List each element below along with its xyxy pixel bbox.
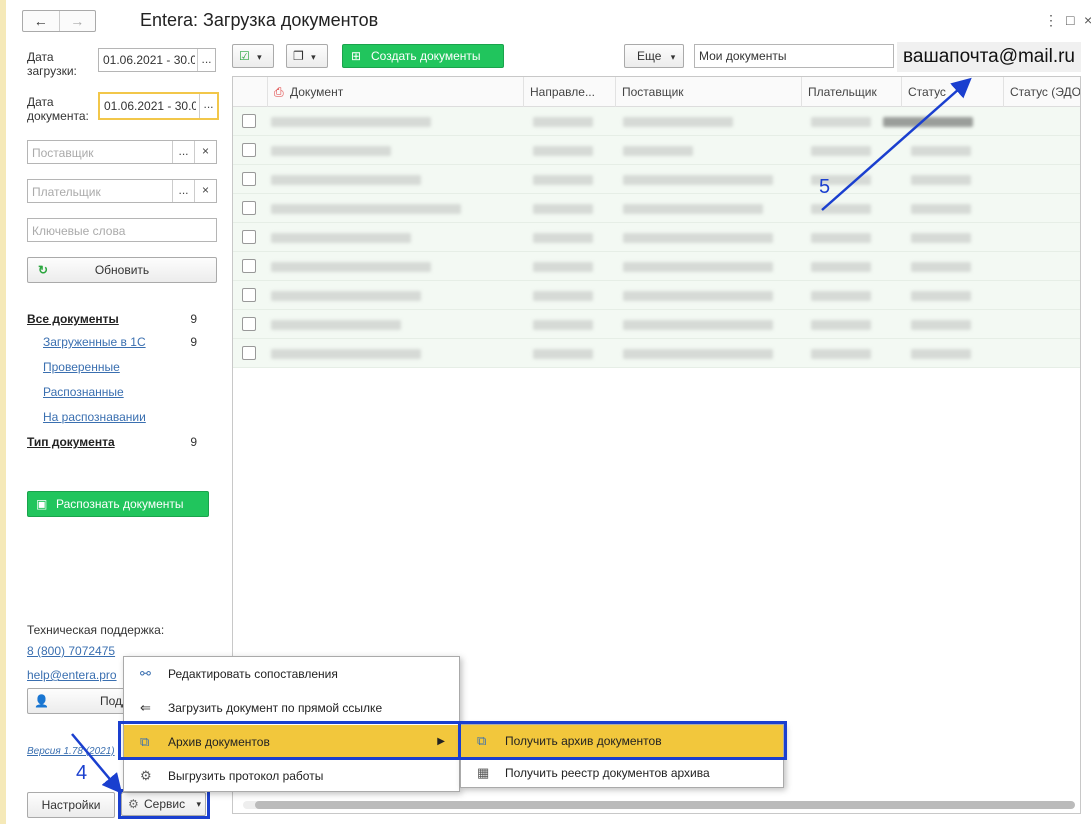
arrow-to-email bbox=[821, 77, 972, 211]
annotation-arrows bbox=[71, 77, 972, 794]
arrow-to-service bbox=[71, 733, 123, 794]
app-window: ← → Entera: Загрузка документов ⋮ □ × Да… bbox=[0, 0, 1091, 824]
